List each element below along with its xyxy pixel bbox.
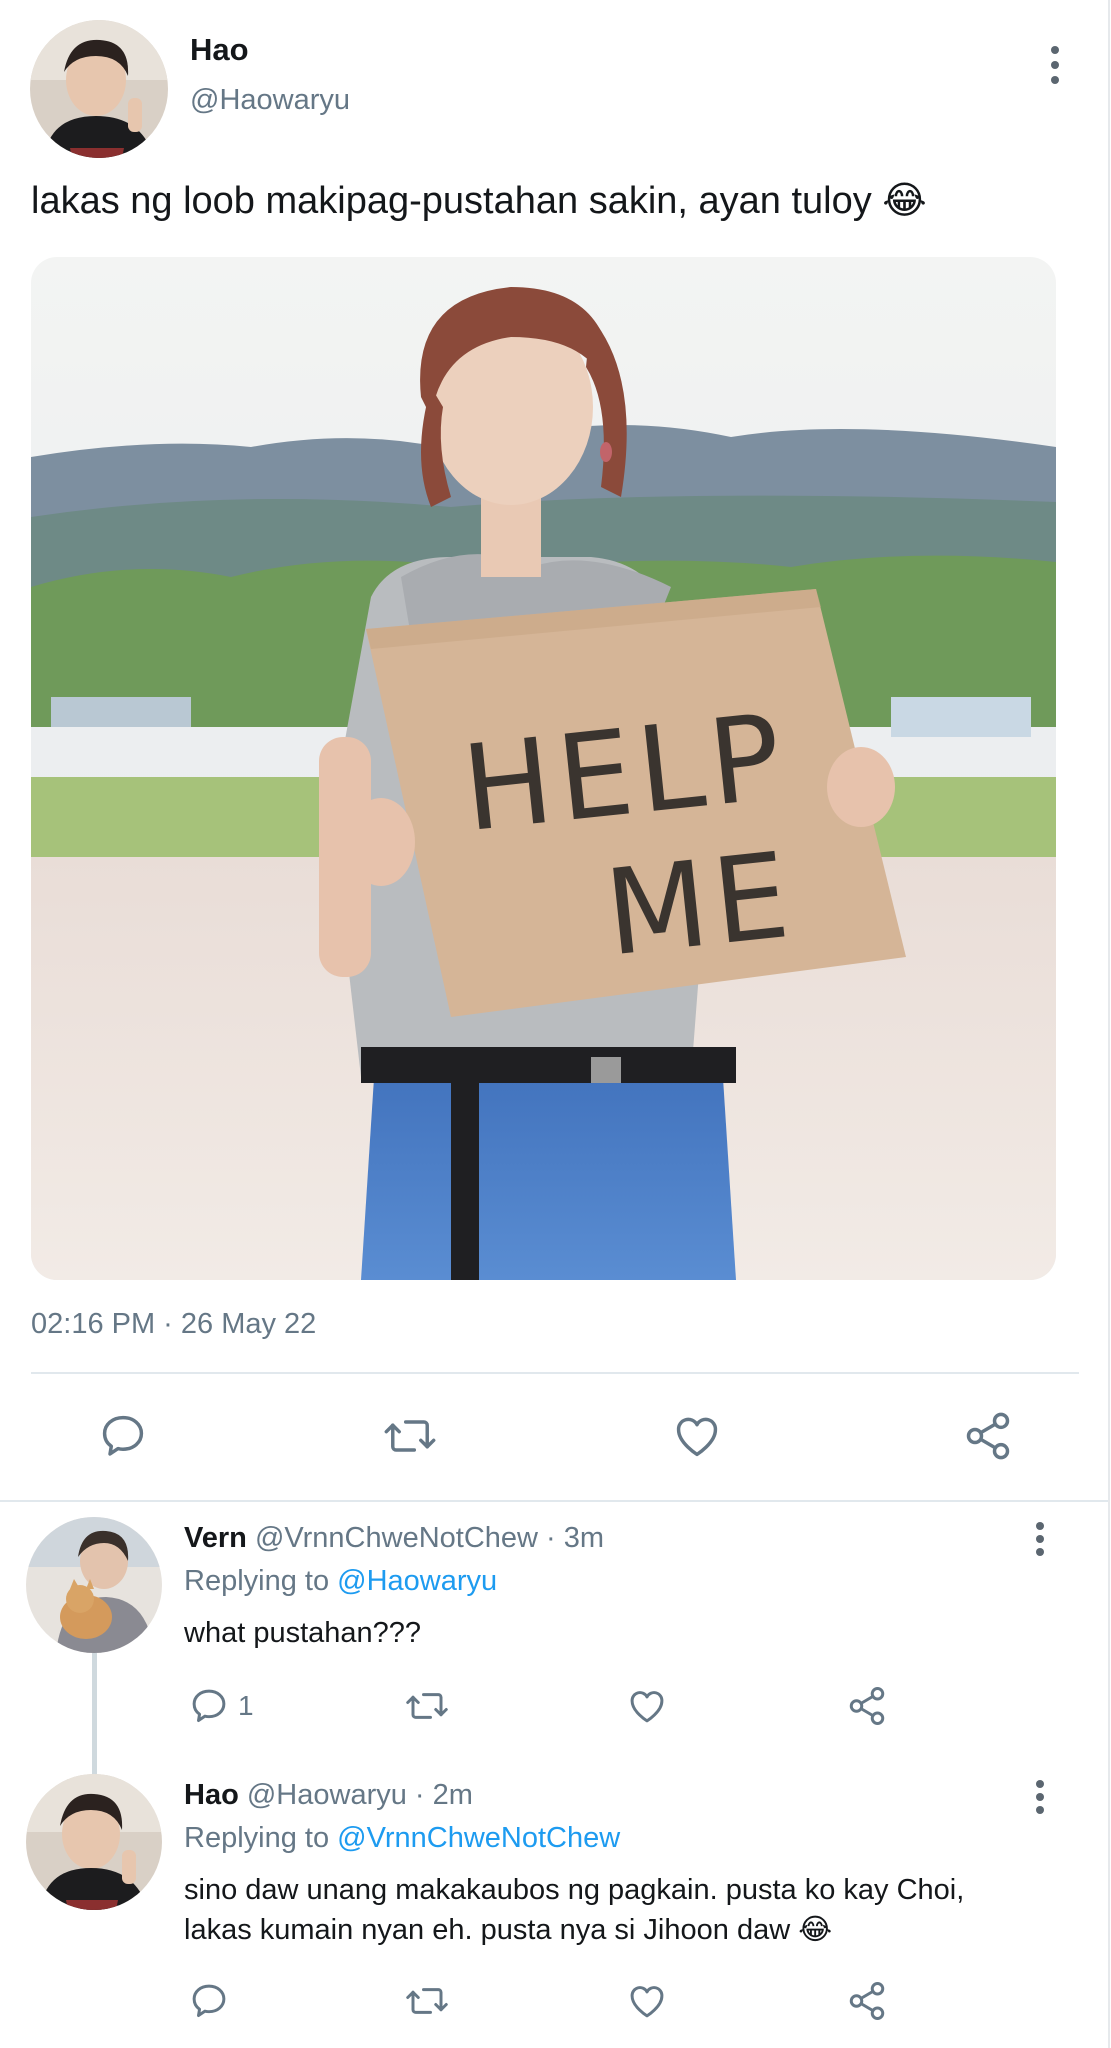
replying-to-label: Replying to (184, 1822, 338, 1854)
timestamp-divider (31, 1372, 1079, 1374)
reply-text-line-1: sino daw unang makakaubos ng pagkain. pu… (184, 1874, 965, 1906)
like-icon[interactable] (626, 1685, 668, 1727)
share-icon[interactable] (962, 1410, 1014, 1462)
reply-header: Vern @VrnnChweNotChew · 3m (184, 1522, 604, 1555)
reply-count: 1 (238, 1690, 254, 1721)
replying-to-line: Replying to @Haowaryu (184, 1565, 497, 1598)
author-handle[interactable]: @Haowaryu (190, 84, 350, 117)
like-icon[interactable] (671, 1410, 723, 1462)
reply-header: Hao @Haowaryu · 2m (184, 1779, 473, 1812)
reply-author-handle[interactable]: @Haowaryu · 2m (247, 1779, 473, 1811)
more-options-icon[interactable] (1045, 46, 1065, 84)
reply-more-options-icon[interactable] (1030, 1780, 1050, 1814)
retweet-icon[interactable] (404, 1980, 450, 2022)
reply-author-handle[interactable]: @VrnnChweNotChew · 3m (255, 1522, 604, 1554)
author-avatar[interactable] (30, 20, 168, 158)
thread-connector (92, 1652, 97, 1774)
retweet-icon[interactable] (382, 1410, 438, 1462)
replying-to-label: Replying to (184, 1565, 338, 1597)
tweet-timestamp: 02:16 PM · 26 May 22 (31, 1308, 317, 1340)
replying-to-line: Replying to @VrnnChweNotChew (184, 1822, 620, 1855)
share-icon[interactable] (846, 1685, 888, 1727)
reply-icon[interactable] (97, 1410, 149, 1462)
replies-divider (0, 1500, 1108, 1502)
replying-to-link[interactable]: @Haowaryu (337, 1565, 497, 1597)
reply-avatar[interactable] (26, 1774, 162, 1910)
reply-author-name[interactable]: Vern (184, 1522, 247, 1554)
reply-text-line-2: lakas kumain nyan eh. pusta nya si Jihoo… (184, 1914, 833, 1946)
right-edge-divider (1108, 0, 1110, 2048)
replying-to-link[interactable]: @VrnnChweNotChew (337, 1822, 620, 1854)
author-name[interactable]: Hao (190, 32, 249, 68)
reply-more-options-icon[interactable] (1030, 1522, 1050, 1556)
sign-text-me: ME (599, 826, 801, 983)
reply-icon[interactable] (188, 1980, 230, 2022)
reply-author-name[interactable]: Hao (184, 1779, 239, 1811)
reply-avatar[interactable] (26, 1517, 162, 1653)
reply-icon (188, 1685, 230, 1727)
reply-action-reply[interactable]: 1 (188, 1685, 254, 1727)
retweet-icon[interactable] (404, 1685, 450, 1727)
like-icon[interactable] (626, 1980, 668, 2022)
tweet-image[interactable]: HELP ME (31, 257, 1056, 1280)
share-icon[interactable] (846, 1980, 888, 2022)
tweet-text: lakas ng loob makipag-pustahan sakin, ay… (31, 180, 927, 222)
reply-text: what pustahan??? (184, 1617, 422, 1649)
